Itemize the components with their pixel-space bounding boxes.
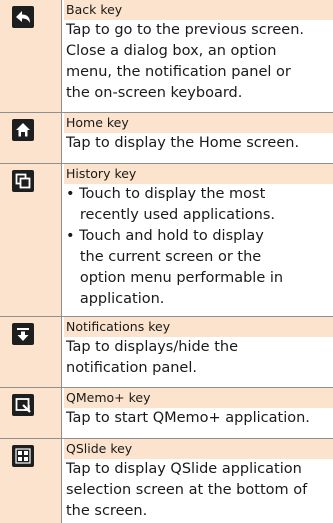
key-description: Tap to display QSlide application select…	[66, 459, 333, 522]
home-icon	[12, 119, 34, 141]
desc-line: Tap to display the Home screen.	[66, 135, 300, 151]
bullet-line: • Touch and hold to display	[66, 228, 264, 244]
key-description: Tap to displays/hide the notification pa…	[66, 337, 333, 379]
text-cell: Notifications key Tap to displays/hide t…	[62, 317, 333, 387]
qslide-icon	[12, 445, 34, 467]
back-arrow-icon	[12, 6, 34, 28]
text-cell: Home key Tap to display the Home screen.	[62, 113, 333, 163]
key-row-notifications: Notifications key Tap to displays/hide t…	[0, 317, 333, 387]
text-cell: QMemo+ key Tap to start QMemo+ applicati…	[62, 388, 333, 438]
bullet-line: • Touch to display the most	[66, 186, 266, 202]
desc-line: notification panel.	[66, 360, 197, 376]
icon-cell	[0, 113, 62, 163]
key-description: Tap to go to the previous screen. Close …	[66, 20, 333, 104]
key-row-qmemo: QMemo+ key Tap to start QMemo+ applicati…	[0, 388, 333, 438]
icon-cell	[0, 0, 62, 112]
key-row-history: History key • Touch to display the most …	[0, 164, 333, 316]
key-title: Home key	[64, 113, 333, 133]
desc-line: Tap to start QMemo+ application.	[66, 410, 310, 426]
bullet-line: option menu performable in	[66, 270, 284, 286]
bullet-line: application.	[66, 291, 165, 307]
notifications-icon	[12, 323, 34, 345]
icon-cell	[0, 317, 62, 387]
icon-cell	[0, 439, 62, 523]
desc-line: the on-screen keyboard.	[66, 85, 243, 101]
key-description: Tap to start QMemo+ application.	[66, 408, 333, 429]
icon-cell	[0, 388, 62, 438]
bullet-line: recently used applications.	[66, 207, 276, 223]
text-cell: Back key Tap to go to the previous scree…	[62, 0, 333, 112]
desc-line: the screen.	[66, 503, 148, 519]
text-cell: QSlide key Tap to display QSlide applica…	[62, 439, 333, 523]
desc-line: Tap to go to the previous screen.	[66, 22, 304, 38]
key-title: Notifications key	[64, 317, 333, 337]
desc-line: menu, the notification panel or	[66, 64, 291, 80]
key-title: History key	[64, 164, 333, 184]
key-row-qslide: QSlide key Tap to display QSlide applica…	[0, 439, 333, 523]
key-description: Tap to display the Home screen.	[66, 133, 333, 154]
key-row-back: Back key Tap to go to the previous scree…	[0, 0, 333, 112]
bullet-line: the current screen or the	[66, 249, 262, 265]
key-title: QSlide key	[64, 439, 333, 459]
key-title: Back key	[64, 0, 333, 20]
desc-line: Close a dialog box, an option	[66, 43, 277, 59]
history-icon	[12, 170, 34, 192]
key-row-home: Home key Tap to display the Home screen.	[0, 113, 333, 163]
desc-line: Tap to displays/hide the	[66, 339, 238, 355]
icon-cell	[0, 164, 62, 316]
desc-line: selection screen at the bottom of	[66, 482, 308, 498]
key-title: QMemo+ key	[64, 388, 333, 408]
desc-line: Tap to display QSlide application	[66, 461, 302, 477]
text-cell: History key • Touch to display the most …	[62, 164, 333, 316]
key-description: • Touch to display the most recently use…	[66, 184, 333, 310]
qmemo-icon	[12, 394, 34, 416]
